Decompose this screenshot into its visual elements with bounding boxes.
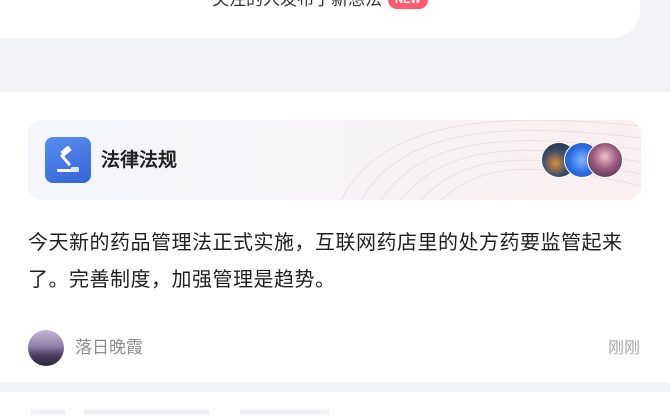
post-card[interactable]: 法律法规 今天新的药品管理法正式实施，互联网药店里的处方药要监管起来了。完善制度… bbox=[0, 92, 670, 382]
post-content[interactable]: 今天新的药品管理法正式实施，互联网药店里的处方药要监管起来了。完善制度，加强管理… bbox=[28, 224, 648, 298]
new-badge: NEW bbox=[388, 0, 428, 9]
author-avatar[interactable] bbox=[28, 330, 64, 366]
follow-update-card[interactable]: 关注的人发布了新想法 NEW bbox=[0, 0, 640, 38]
topic-bar[interactable]: 法律法规 bbox=[28, 120, 641, 200]
next-post-peek bbox=[30, 410, 330, 415]
follow-update-row[interactable]: 关注的人发布了新想法 NEW bbox=[0, 0, 640, 11]
next-post-card[interactable] bbox=[0, 392, 670, 415]
avatar bbox=[587, 142, 623, 178]
post-time: 刚刚 bbox=[607, 338, 640, 357]
gavel-icon bbox=[45, 137, 91, 183]
topic-title: 法律法规 bbox=[101, 149, 178, 171]
author-name[interactable]: 落日晚霞 bbox=[75, 330, 143, 366]
participant-avatars[interactable] bbox=[541, 142, 623, 178]
follow-update-text: 关注的人发布了新想法 bbox=[212, 0, 383, 10]
feed-page: 关注的人发布了新想法 NEW 法律法规 今天新的药品管理法正式实施，互联网药店里… bbox=[0, 0, 670, 415]
